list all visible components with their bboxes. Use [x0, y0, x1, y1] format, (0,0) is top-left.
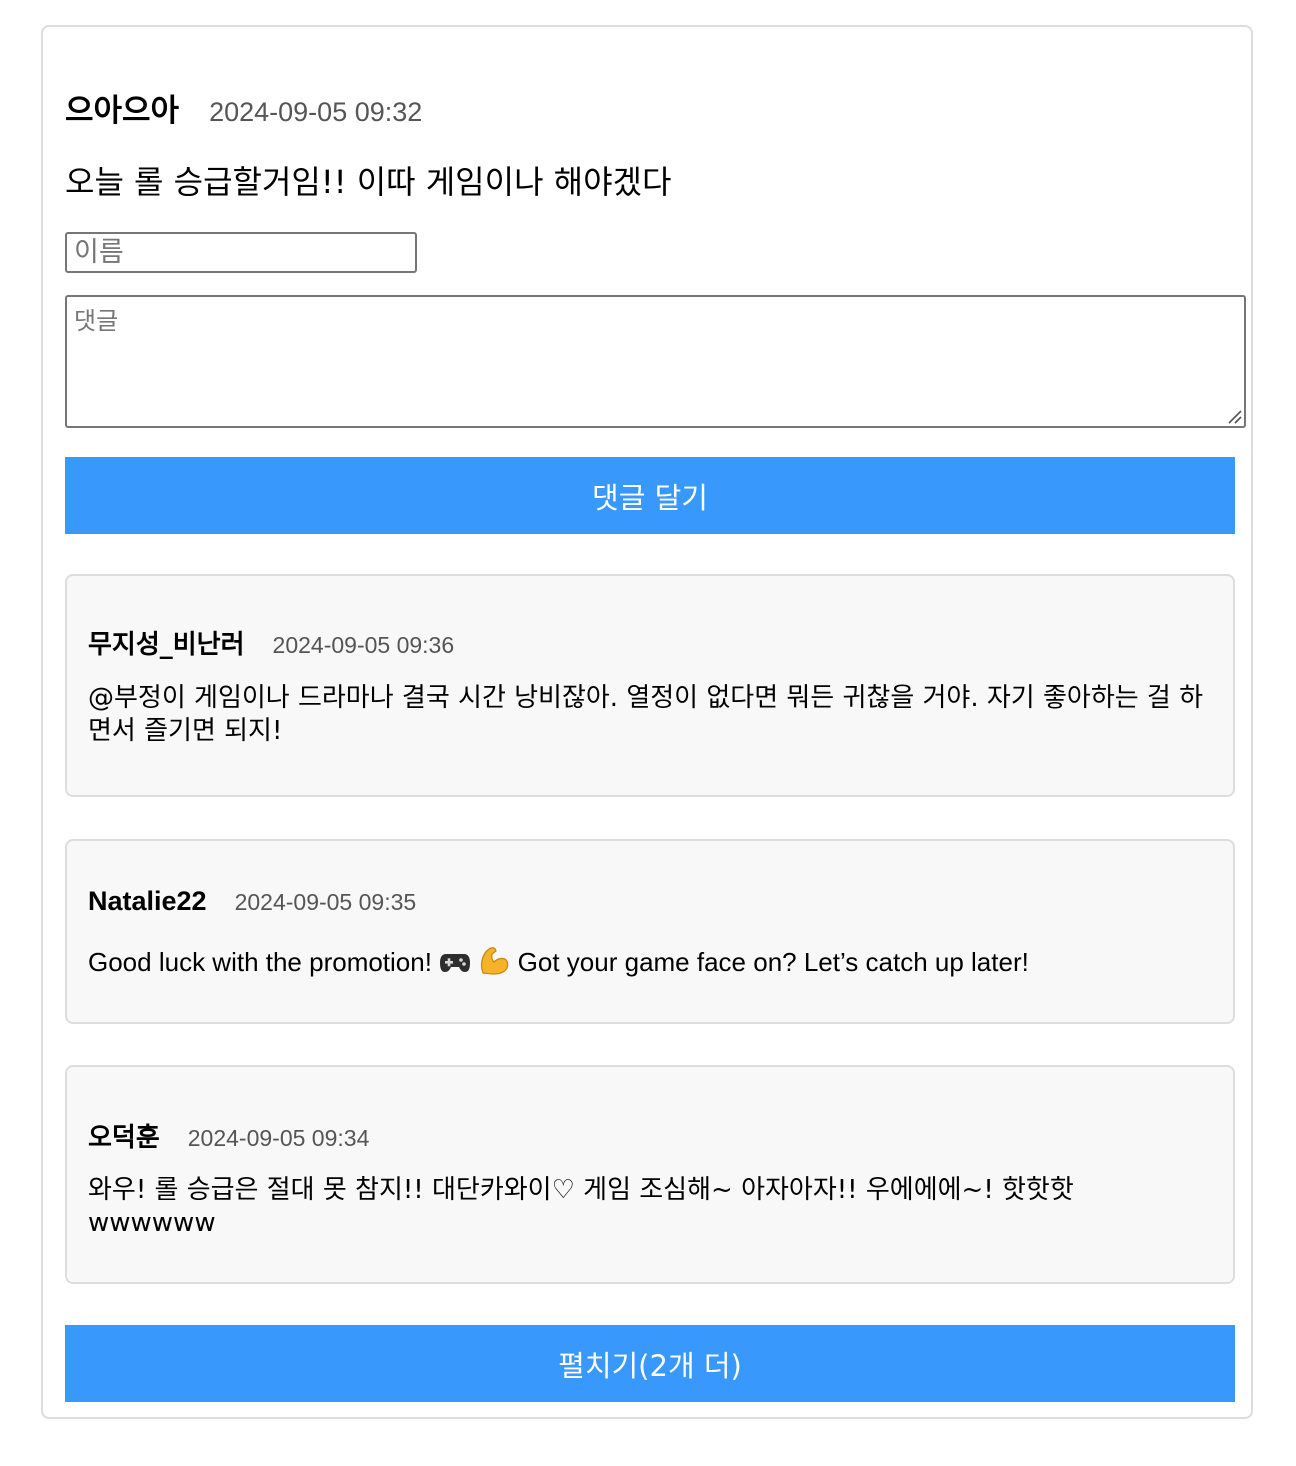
comment-author: 오덕훈: [88, 1123, 160, 1153]
comment-timestamp: 2024-09-05 09:35: [234, 889, 417, 915]
resize-handle-icon[interactable]: [1226, 408, 1242, 424]
comment-text-part: Good luck with the promotion!: [88, 947, 432, 977]
comment-text: @부정이 게임이나 드라마나 결국 시간 낭비잖아. 열정이 없다면 뭐든 귀찮…: [88, 683, 1204, 746]
flexed-biceps-icon: [481, 947, 509, 975]
post-author: 으아으아: [65, 93, 180, 129]
post-content: 오늘 롤 승급할거임!! 이따 게임이나 해야겠다: [65, 163, 672, 201]
post-header: 으아으아 2024-09-05 09:32: [65, 85, 422, 130]
comment-author: 무지성_비난러: [88, 630, 245, 660]
comment-text-part: Got your game face on? Let’s catch up la…: [517, 947, 1029, 977]
comment-item: Natalie22 2024-09-05 09:35 Good luck wit…: [65, 839, 1235, 1024]
comment-item: 무지성_비난러 2024-09-05 09:36 @부정이 게임이나 드라마나 …: [65, 574, 1235, 797]
comment-text: 와우! 롤 승급은 절대 못 참지!! 대단카와이♡ 게임 조심해~ 아자아자!…: [88, 1175, 1074, 1238]
game-controller-icon: [440, 954, 471, 972]
comment-header: 오덕훈 2024-09-05 09:34: [88, 1117, 369, 1154]
post-timestamp: 2024-09-05 09:32: [209, 97, 423, 127]
comment-header: Natalie22 2024-09-05 09:35: [88, 886, 416, 917]
comment-text: Good luck with the promotion! Got your g…: [88, 945, 1209, 979]
comment-author: Natalie22: [88, 886, 207, 916]
post-card: 으아으아 2024-09-05 09:32 오늘 롤 승급할거임!! 이따 게임…: [41, 25, 1253, 1419]
comment-header: 무지성_비난러 2024-09-05 09:36: [88, 624, 454, 661]
expand-comments-button[interactable]: 펼치기(2개 더): [65, 1325, 1235, 1402]
comment-textarea[interactable]: [65, 295, 1246, 428]
submit-comment-button[interactable]: 댓글 달기: [65, 457, 1235, 534]
comment-item: 오덕훈 2024-09-05 09:34 와우! 롤 승급은 절대 못 참지!!…: [65, 1065, 1235, 1284]
comment-timestamp: 2024-09-05 09:34: [187, 1125, 370, 1151]
name-input[interactable]: [65, 232, 417, 273]
comment-timestamp: 2024-09-05 09:36: [272, 632, 455, 658]
